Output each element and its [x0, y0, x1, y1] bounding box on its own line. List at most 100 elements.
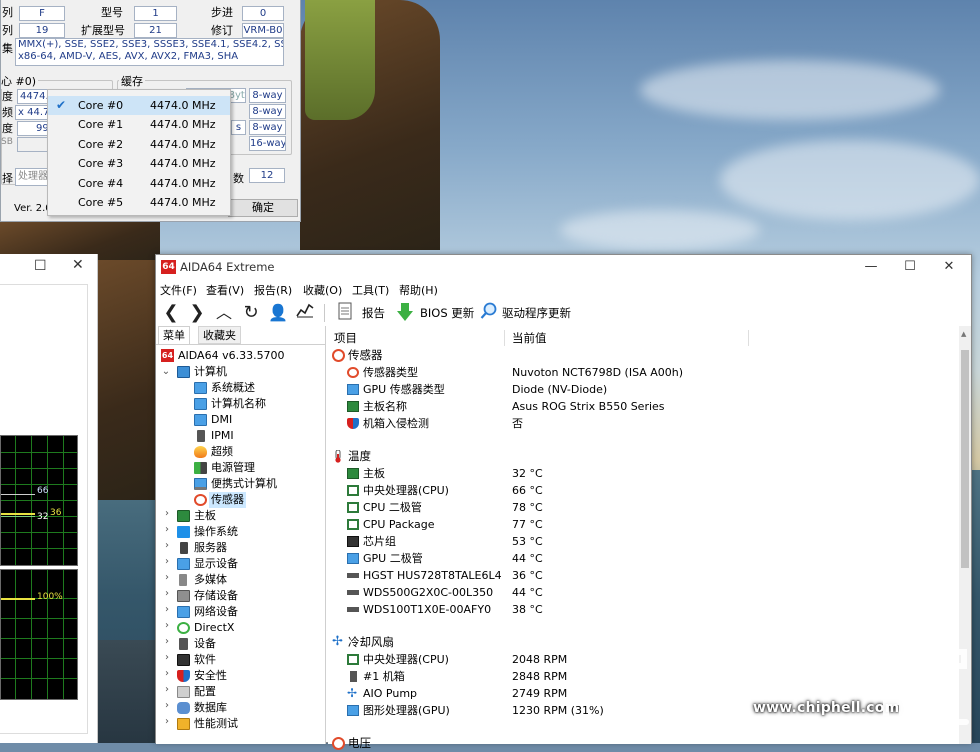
row-label: 传感器类型 — [363, 366, 418, 379]
close-icon[interactable]: ✕ — [930, 255, 968, 279]
monitor-icon — [347, 384, 359, 395]
menu-item-core-3[interactable]: Core #3 4474.0 MHz — [48, 154, 230, 173]
restore-icon[interactable]: ☐ — [34, 258, 47, 274]
driver-update-button[interactable]: 驱动程序更新 — [502, 303, 571, 323]
scroll-thumb[interactable] — [961, 350, 969, 568]
expand-icon[interactable]: › — [162, 556, 172, 567]
cache-way-2: 8-way — [249, 104, 286, 119]
toolbar-separator — [324, 304, 325, 322]
maximize-icon[interactable]: ☐ — [891, 255, 929, 279]
ok-button[interactable]: 确定 — [228, 199, 298, 217]
user-icon[interactable]: 👤 — [267, 302, 289, 324]
menu-item-core-5[interactable]: Core #5 4474.0 MHz — [48, 193, 230, 212]
cpu-icon — [347, 502, 359, 513]
expand-icon[interactable]: › — [162, 588, 172, 599]
gpu-icon — [347, 553, 359, 564]
scroll-up-icon[interactable]: ▲ — [961, 330, 966, 338]
sensor-list: 项目 当前值 传感器 传感器类型 Nuvoton NCT6798D (ISA A… — [328, 326, 971, 750]
row-label: GPU 二极管 — [363, 552, 423, 565]
motherboard-icon — [177, 510, 190, 522]
grid-line — [63, 570, 64, 699]
menu-report[interactable]: 报告(R) — [254, 282, 292, 298]
ext-family-label: 列 — [2, 24, 13, 37]
power-icon — [194, 462, 207, 474]
expand-icon[interactable]: › — [162, 716, 172, 727]
report-button[interactable]: 报告 — [362, 303, 385, 323]
tab-menu[interactable]: 菜单 — [158, 326, 190, 344]
grid-line — [1, 678, 77, 679]
tree-item-label: 数据库 — [194, 701, 227, 714]
menu-item-core-1[interactable]: Core #1 4474.0 MHz — [48, 115, 230, 134]
tree-item-label: 计算机 — [194, 365, 227, 378]
gauge-icon — [194, 494, 207, 506]
server-icon — [180, 542, 188, 554]
minimize-icon[interactable]: — — [852, 255, 890, 279]
revision-value: VRM-B0 — [242, 23, 284, 38]
expand-icon[interactable]: › — [162, 572, 172, 583]
back-icon[interactable]: ❮ — [160, 302, 182, 324]
expand-icon[interactable]: › — [162, 604, 172, 615]
series-line — [1, 494, 35, 495]
expand-icon[interactable]: › — [162, 652, 172, 663]
grid-line — [63, 436, 64, 565]
laptop-icon — [194, 478, 207, 490]
speaker-icon — [179, 574, 187, 586]
monitor-icon — [194, 382, 207, 394]
row-label: 中央处理器(CPU) — [363, 484, 449, 497]
menu-item-core-2[interactable]: Core #2 4474.0 MHz — [48, 135, 230, 154]
forward-icon[interactable]: ❯ — [186, 302, 208, 324]
series-line — [1, 516, 35, 517]
dmi-icon — [194, 414, 207, 426]
close-icon[interactable]: ✕ — [72, 257, 84, 273]
disk-icon — [347, 607, 359, 612]
chart-icon[interactable] — [294, 302, 316, 324]
shore-rock — [98, 640, 158, 743]
expand-icon[interactable]: › — [162, 700, 172, 711]
column-header-item[interactable]: 项目 — [334, 328, 357, 348]
core-mhz: 4474.0 MHz — [150, 118, 216, 131]
expand-icon[interactable]: › — [162, 668, 172, 679]
instructions-box: MMX(+), SSE, SSE2, SSE3, SSSE3, SSE4.1, … — [15, 38, 284, 66]
expand-icon[interactable]: › — [162, 540, 172, 551]
cache-way-1: 8-way — [249, 88, 286, 103]
refresh-icon[interactable]: ↻ — [240, 302, 262, 324]
tree-item-label: 显示设备 — [194, 557, 238, 570]
row-label: 图形处理器(GPU) — [363, 704, 450, 717]
expand-icon[interactable]: › — [162, 684, 172, 695]
bios-download-icon — [394, 302, 416, 324]
tree-item-label: 存储设备 — [194, 589, 238, 602]
core-mhz: 4474.0 MHz — [150, 157, 216, 170]
menu-item-core-0[interactable]: ✔ Core #0 4474.0 MHz — [48, 96, 230, 115]
tree-item-label: 设备 — [194, 637, 216, 650]
report-icon — [334, 302, 356, 324]
bios-update-button[interactable]: BIOS 更新 — [420, 303, 474, 323]
expand-icon[interactable]: › — [162, 524, 172, 535]
collapse-icon[interactable]: ⌄ — [161, 366, 171, 377]
menu-file[interactable]: 文件(F) — [160, 282, 197, 298]
expand-icon[interactable]: › — [162, 636, 172, 647]
menu-item-core-4[interactable]: Core #4 4474.0 MHz — [48, 174, 230, 193]
row-label: GPU 传感器类型 — [363, 383, 445, 396]
up-icon[interactable]: ︿ — [213, 302, 235, 324]
menu-help[interactable]: 帮助(H) — [399, 282, 438, 298]
menu-tools[interactable]: 工具(T) — [352, 282, 389, 298]
family-label: 列 — [2, 6, 13, 19]
grid-line — [1, 468, 77, 469]
grid-line — [31, 436, 32, 565]
tree-item-label: 多媒体 — [194, 573, 227, 586]
shield-icon — [177, 670, 190, 682]
menu-view[interactable]: 查看(V) — [206, 282, 244, 298]
tab-favorites[interactable]: 收藏夹 — [198, 326, 241, 344]
column-header-value[interactable]: 当前值 — [512, 328, 547, 348]
expand-icon[interactable]: › — [162, 508, 172, 519]
row-value: 44 °C — [512, 586, 543, 599]
row-label: 芯片组 — [363, 535, 396, 548]
row-label: HGST HUS728T8TALE6L4 — [363, 569, 502, 582]
disk-icon — [177, 590, 190, 602]
expand-icon[interactable]: › — [162, 620, 172, 631]
row-value: Nuvoton NCT6798D (ISA A00h) — [512, 366, 684, 379]
title-bar[interactable]: 64 AIDA64 Extreme — ☐ ✕ — [156, 255, 971, 279]
check-icon: ✔ — [56, 98, 67, 112]
row-label: 主板 — [363, 467, 385, 480]
menu-favorites[interactable]: 收藏(O) — [303, 282, 342, 298]
